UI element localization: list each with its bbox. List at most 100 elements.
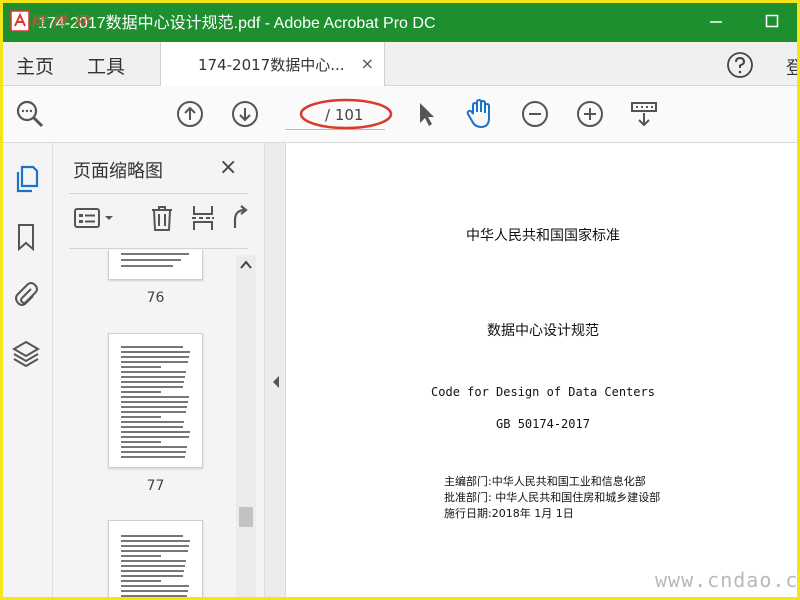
toolbar: / 101 [0, 86, 800, 143]
document-tab-label: 174-2017数据中心... [198, 55, 345, 74]
app-logo: 精 樟 网 [10, 10, 89, 32]
thumbnail-text-line [121, 545, 189, 547]
thumbnail-text-line [121, 391, 161, 393]
thumbnail-page-number: 76 [146, 290, 165, 306]
thumbnail-text-line [121, 431, 190, 433]
nav-home[interactable]: 主页 [16, 52, 54, 79]
scroll-mode-button[interactable] [628, 98, 660, 130]
standard-code: GB 50174-2017 [496, 417, 590, 431]
thumbnail-text-line [121, 361, 188, 363]
insert-page-button[interactable] [188, 203, 218, 233]
thumbnail-text-line [121, 570, 184, 572]
thumbnail-text-line [121, 555, 161, 557]
thumbnails-panel: 页面缩略图 × 76 77 [53, 143, 264, 600]
thumbnail-text-line [121, 565, 185, 567]
page-thumbnail[interactable] [108, 333, 203, 468]
tab-close-button[interactable]: × [361, 54, 374, 73]
thumbnail-text-line [121, 416, 161, 418]
maximize-button[interactable] [760, 9, 784, 33]
thumbnail-text-line [121, 421, 184, 423]
rotate-icon [233, 205, 248, 228]
nav-tools[interactable]: 工具 [87, 52, 125, 79]
bookmarks-button[interactable] [12, 223, 40, 251]
rotate-page-button[interactable] [227, 203, 253, 233]
editor-department: 主编部门:中华人民共和国工业和信息化部 [444, 475, 646, 488]
page-thumbnail[interactable] [108, 520, 203, 600]
hand-tool-button[interactable] [464, 98, 496, 130]
thumbnail-text-line [121, 560, 186, 562]
thumbnail-text-line [121, 535, 183, 537]
page-down-icon [232, 101, 258, 127]
thumbnail-text-line [121, 406, 187, 408]
thumbnail-text-line [121, 376, 185, 378]
window-title: 174-2017数据中心设计规范.pdf - Adobe Acrobat Pro… [38, 15, 436, 32]
tab-bar: 主页 工具 174-2017数据中心... × 登 [0, 42, 800, 86]
thumbnail-text-line [121, 446, 187, 448]
title-bar: 精 樟 网 174-2017数据中心设计规范.pdf - Adobe Acrob… [0, 0, 800, 42]
zoom-in-icon [577, 101, 603, 127]
site-watermark: www.cndao.com [655, 568, 800, 592]
layers-icon [12, 340, 40, 367]
thumbnail-text-line [121, 356, 189, 358]
page-up-icon [177, 101, 203, 127]
attachment-icon [15, 282, 38, 306]
thumbnail-text-line [121, 590, 188, 592]
delete-pages-button[interactable] [147, 203, 177, 233]
document-title-en: Code for Design of Data Centers [431, 385, 655, 399]
thumbnail-text-line [121, 371, 186, 373]
next-page-button[interactable] [229, 98, 261, 130]
attachments-button[interactable] [12, 281, 40, 309]
thumbnail-text-line [121, 451, 186, 453]
effective-date: 施行日期:2018年 1月 1日 [444, 507, 574, 520]
document-view: 中华人民共和国国家标准 数据中心设计规范 Code for Design of … [286, 143, 800, 600]
thumbnail-text-line [121, 585, 189, 587]
scroll-thumb[interactable] [239, 507, 253, 527]
thumbnail-scrollbar[interactable] [236, 255, 256, 600]
bookmark-icon [18, 224, 34, 251]
thumbnail-text-line [121, 540, 190, 542]
thumbnail-text-line [121, 346, 183, 348]
previous-page-button[interactable] [174, 98, 206, 130]
thumbnail-text-line [121, 386, 183, 388]
panel-title: 页面缩略图 [73, 161, 163, 182]
collapse-arrow-icon [273, 376, 279, 388]
minimize-icon [710, 21, 722, 23]
page-insert-icon [192, 206, 214, 230]
scroll-up-button[interactable] [236, 255, 256, 275]
chevron-up-icon [240, 260, 252, 269]
document-title-cn: 数据中心设计规范 [487, 323, 599, 339]
thumbnail-text-line [121, 366, 161, 368]
logo-watermark-text: 精 樟 网 [30, 13, 90, 31]
thumbnail-text-line [121, 580, 161, 582]
layers-button[interactable] [12, 339, 40, 367]
document-tab[interactable]: 174-2017数据中心... × [160, 42, 385, 86]
options-menu-icon [74, 208, 113, 228]
zoom-in-button[interactable] [574, 98, 606, 130]
thumbnail-text-line [121, 550, 188, 552]
thumbnail-list: 76 77 [53, 250, 238, 600]
select-tool-button[interactable] [410, 98, 442, 130]
search-zoom-icon [16, 100, 44, 128]
panel-close-button[interactable]: × [219, 155, 237, 180]
question-circle-icon [727, 52, 753, 78]
maximize-icon [765, 14, 779, 28]
thumbnail-text-line [121, 411, 186, 413]
thumbnail-options-button[interactable] [73, 203, 117, 233]
hand-tool-icon [466, 98, 490, 129]
pdf-page: 中华人民共和国国家标准 数据中心设计规范 Code for Design of … [286, 143, 800, 600]
sign-in-label[interactable]: 登 [786, 54, 800, 80]
search-button[interactable] [14, 98, 46, 130]
thumbnail-text-line [121, 401, 188, 403]
thumbnail-page-number: 77 [146, 478, 165, 494]
panel-collapse-gutter[interactable] [264, 143, 286, 600]
page-thumbnail[interactable] [108, 250, 203, 280]
scroll-mode-icon [631, 102, 657, 127]
page-thumbnails-button[interactable] [12, 165, 40, 193]
page-thumbnails-icon [16, 165, 39, 193]
minimize-button[interactable] [704, 9, 728, 33]
zoom-out-button[interactable] [519, 98, 551, 130]
thumbnail-text-line [121, 381, 184, 383]
thumbnail-text-line [121, 595, 187, 597]
help-button[interactable] [726, 51, 754, 83]
acrobat-logo-icon [10, 10, 30, 32]
